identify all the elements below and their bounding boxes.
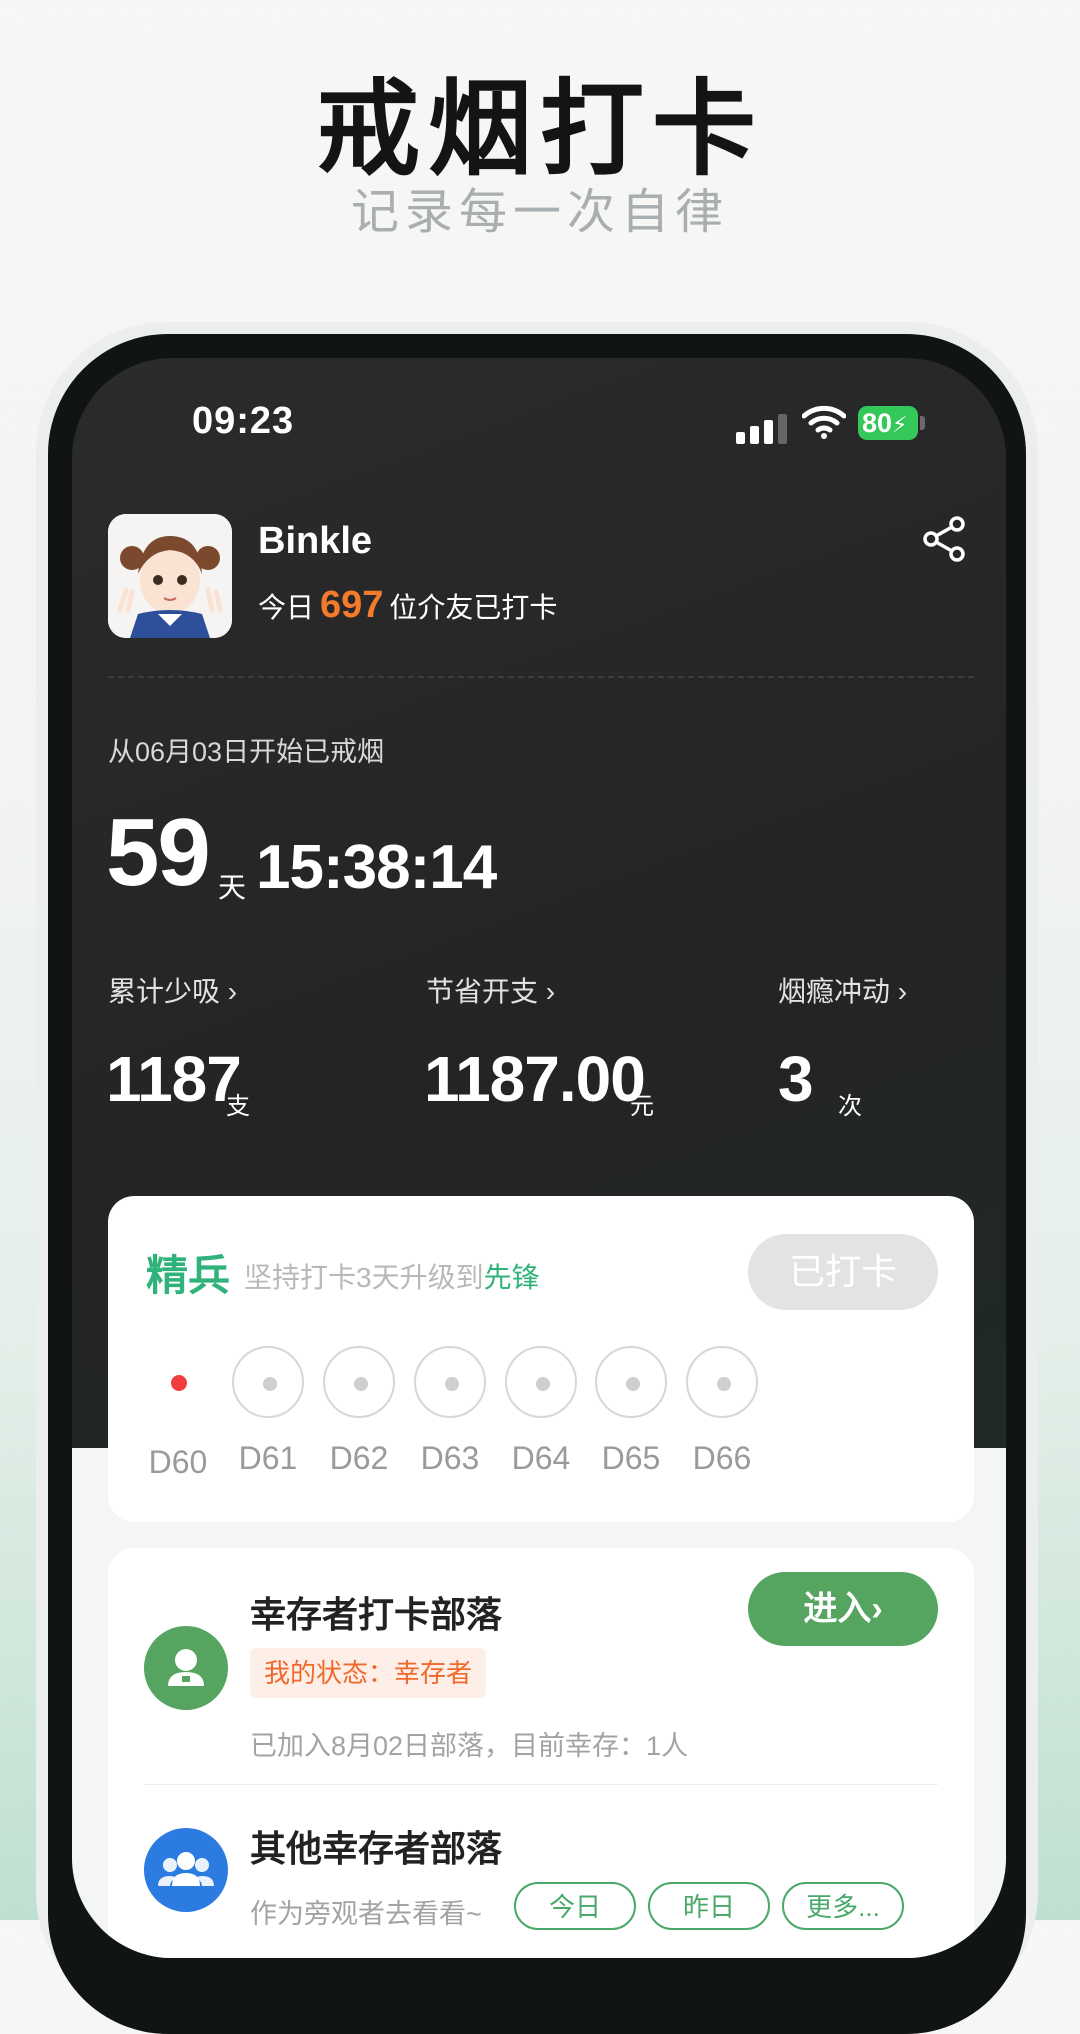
person-icon — [168, 1649, 204, 1686]
day-label: D66 — [692, 1440, 752, 1476]
cellular-signal-icon — [736, 414, 790, 444]
stat-cravings-label[interactable]: 烟瘾冲动 › — [778, 970, 907, 1010]
day-label: D61 — [238, 1440, 298, 1476]
app-screen: 09:23 80⚡ Binkle 今日 697 位介友已打卡 从06月03日开始… — [72, 358, 1006, 1958]
tribe-title: 幸存者打卡部落 — [250, 1594, 503, 1635]
chevron-right-icon: › — [545, 976, 556, 1007]
battery-level: 80 — [862, 408, 893, 438]
today-checkin-count: 697 — [320, 584, 384, 626]
checked-in-button[interactable]: 已打卡 — [748, 1234, 938, 1310]
next-rank-name: 先锋 — [483, 1262, 540, 1293]
filter-yesterday-button[interactable]: 昨日 — [648, 1882, 770, 1930]
stat-cravings-label-text: 烟瘾冲动 — [778, 976, 891, 1007]
current-day-dot — [171, 1375, 187, 1391]
my-status-badge: 我的状态：幸存者 — [250, 1648, 487, 1698]
day-label: D64 — [511, 1440, 571, 1476]
stat-savings-value: 1187.00 — [424, 1043, 646, 1115]
wifi-icon — [802, 405, 846, 439]
day-label: D65 — [601, 1440, 661, 1476]
quit-days-unit: 天 — [218, 872, 247, 903]
rank-description: 坚持打卡3天升级到先锋 — [244, 1256, 540, 1296]
quit-days-count: 59 — [106, 799, 211, 906]
day-item: D62 — [319, 1346, 399, 1477]
other-tribes-subtitle: 作为旁观者去看看~ — [250, 1899, 482, 1929]
promo-subtitle: 记录每一次自律 — [350, 184, 729, 240]
battery-indicator: 80⚡ — [858, 406, 918, 440]
rank-desc-prefix: 坚持打卡3天升级到 — [244, 1262, 484, 1293]
day-item: D64 — [501, 1346, 581, 1477]
battery-cap — [920, 416, 925, 430]
filter-more-button[interactable]: 更多... — [782, 1882, 904, 1930]
stat-cravings-unit: 次 — [838, 1093, 862, 1120]
charging-bolt-icon: ⚡ — [892, 412, 908, 437]
day-circle — [323, 1346, 395, 1418]
day-circle — [595, 1346, 667, 1418]
share-icon[interactable] — [922, 516, 968, 562]
day-item: D61 — [228, 1346, 308, 1477]
status-time: 09:23 — [192, 400, 295, 442]
other-tribes-icon — [144, 1828, 228, 1912]
avatar-illustration — [108, 514, 232, 638]
tribe-divider — [144, 1784, 938, 1785]
today-suffix: 位介友已打卡 — [389, 592, 558, 623]
rank-card: 精兵 坚持打卡3天升级到先锋 已打卡 D60 D61 D62 D63 D64 D… — [108, 1196, 974, 1522]
group-icon — [158, 1852, 214, 1886]
chevron-right-icon: › — [227, 976, 238, 1007]
day-label: D60 — [148, 1444, 208, 1480]
day-circle — [232, 1346, 304, 1418]
quit-time-counter: 15:38:14 — [256, 833, 497, 902]
stat-savings-label[interactable]: 节省开支 › — [426, 970, 555, 1010]
stat-cigarettes-label[interactable]: 累计少吸 › — [108, 970, 237, 1010]
stat-cigarettes-unit: 支 — [226, 1093, 250, 1120]
stat-savings-label-text: 节省开支 — [426, 976, 539, 1007]
quit-since-label: 从06月03日开始已戒烟 — [108, 737, 385, 767]
header-divider — [108, 676, 974, 678]
stat-cigarettes-label-text: 累计少吸 — [108, 976, 221, 1007]
day-item: D66 — [682, 1346, 762, 1477]
tribe-join-info: 已加入8月02日部落，目前幸存：1人 — [250, 1731, 689, 1761]
day-item-current: D60 — [138, 1346, 218, 1481]
enter-tribe-button[interactable]: 进入› — [748, 1572, 938, 1646]
rank-title: 精兵 — [146, 1252, 231, 1299]
stat-savings-unit: 元 — [630, 1093, 654, 1120]
day-label: D63 — [420, 1440, 480, 1476]
today-checkin-line: 今日 697 位介友已打卡 — [258, 584, 557, 627]
filter-today-button[interactable]: 今日 — [514, 1882, 636, 1930]
stat-cravings-value: 3 — [778, 1043, 814, 1115]
day-circle — [505, 1346, 577, 1418]
today-prefix: 今日 — [258, 592, 315, 623]
day-item: D65 — [591, 1346, 671, 1477]
current-day-marker — [142, 1346, 214, 1418]
username: Binkle — [258, 520, 373, 562]
survivor-tribe-icon — [144, 1626, 228, 1710]
avatar[interactable] — [108, 514, 232, 638]
day-circle — [414, 1346, 486, 1418]
other-tribes-title: 其他幸存者部落 — [250, 1828, 503, 1869]
day-circle — [686, 1346, 758, 1418]
day-item: D63 — [410, 1346, 490, 1477]
tribe-card: 幸存者打卡部落 我的状态：幸存者 已加入8月02日部落，目前幸存：1人 进入› … — [108, 1548, 974, 1958]
stat-cigarettes-value: 1187 — [106, 1043, 242, 1115]
chevron-right-icon: › — [897, 976, 908, 1007]
day-label: D62 — [329, 1440, 389, 1476]
